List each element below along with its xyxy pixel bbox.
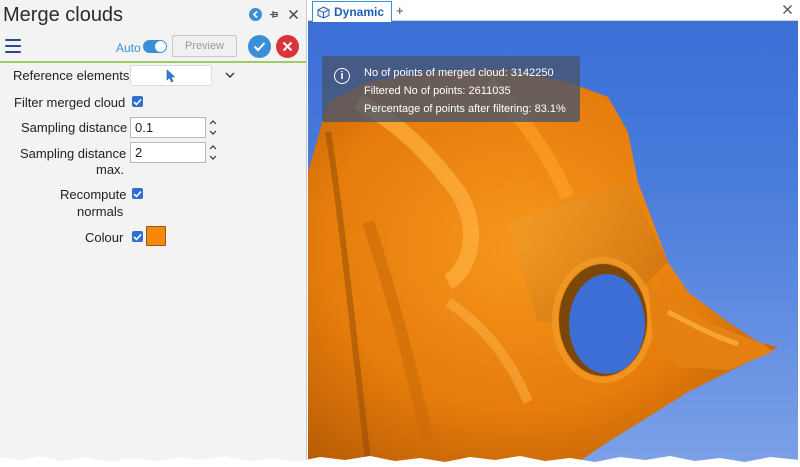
- recompute-normals-label-line1: Recompute: [60, 187, 127, 202]
- stepper-down-icon: [209, 130, 217, 135]
- model-scene[interactable]: i No of points of merged cloud: 3142250 …: [308, 22, 798, 462]
- close-panel-icon[interactable]: [287, 8, 300, 21]
- info-overlay: i No of points of merged cloud: 3142250 …: [322, 56, 580, 122]
- cursor-arrow-icon: [166, 68, 176, 82]
- panel-toolbar: Auto Preview: [0, 33, 306, 63]
- reference-elements-picker[interactable]: [130, 65, 212, 86]
- viewport-tabbar: Dynamic +: [308, 0, 798, 22]
- info-icon: i: [334, 68, 350, 84]
- sampling-distance-max-label-line1: Sampling distance: [20, 146, 127, 161]
- add-tab-button[interactable]: +: [396, 3, 404, 18]
- recompute-normals-label-line2: normals: [77, 204, 124, 219]
- cancel-button[interactable]: [276, 35, 299, 58]
- sampling-distance-max-label-line2: max.: [96, 162, 125, 177]
- filter-merged-cloud-label: Filter merged cloud: [14, 95, 126, 110]
- collapse-panel-icon[interactable]: [249, 8, 262, 21]
- stepper-up-icon: [209, 120, 217, 125]
- tab-dynamic-label: Dynamic: [334, 5, 385, 19]
- filter-merged-cloud-checkbox[interactable]: [132, 96, 143, 107]
- sampling-distance-max-stepper[interactable]: [207, 142, 219, 163]
- sampling-distance-max-input[interactable]: 2: [130, 142, 206, 163]
- torn-edge: [0, 456, 800, 467]
- preview-button[interactable]: Preview: [172, 35, 237, 57]
- sampling-distance-stepper[interactable]: [207, 117, 219, 138]
- filtered-points-text: Filtered No of points: 2611035: [364, 85, 511, 97]
- percentage-points-text: Percentage of points after filtering: 83…: [364, 103, 566, 115]
- auto-toggle[interactable]: [143, 40, 167, 53]
- close-icon: [282, 41, 293, 52]
- ok-button[interactable]: [248, 35, 271, 58]
- close-view-icon[interactable]: [781, 3, 794, 16]
- menu-icon[interactable]: [5, 39, 21, 53]
- tab-dynamic[interactable]: Dynamic: [312, 1, 392, 22]
- 3d-viewport[interactable]: Dynamic + i No of points of merged cloud…: [308, 0, 798, 462]
- reference-elements-label: Reference elements: [13, 68, 130, 83]
- stepper-down-icon: [209, 155, 217, 160]
- recompute-normals-checkbox[interactable]: [132, 188, 143, 199]
- stepper-up-icon: [209, 145, 217, 150]
- checkmark-icon: [253, 42, 266, 52]
- merge-clouds-panel: Merge clouds Auto Preview Reference elem…: [0, 0, 307, 462]
- pin-icon[interactable]: [268, 8, 281, 21]
- colour-swatch[interactable]: [146, 226, 166, 246]
- chevron-down-icon[interactable]: [224, 69, 236, 81]
- colour-label: Colour: [85, 230, 124, 245]
- merged-cloud-points-text: No of points of merged cloud: 3142250: [364, 67, 554, 79]
- panel-title-icons: [249, 8, 300, 21]
- cube-icon: [317, 5, 330, 19]
- sampling-distance-label: Sampling distance: [21, 120, 128, 135]
- sampling-distance-input[interactable]: 0.1: [130, 117, 206, 138]
- auto-label: Auto: [116, 41, 141, 55]
- colour-checkbox[interactable]: [132, 231, 143, 242]
- panel-title: Merge clouds: [3, 4, 124, 26]
